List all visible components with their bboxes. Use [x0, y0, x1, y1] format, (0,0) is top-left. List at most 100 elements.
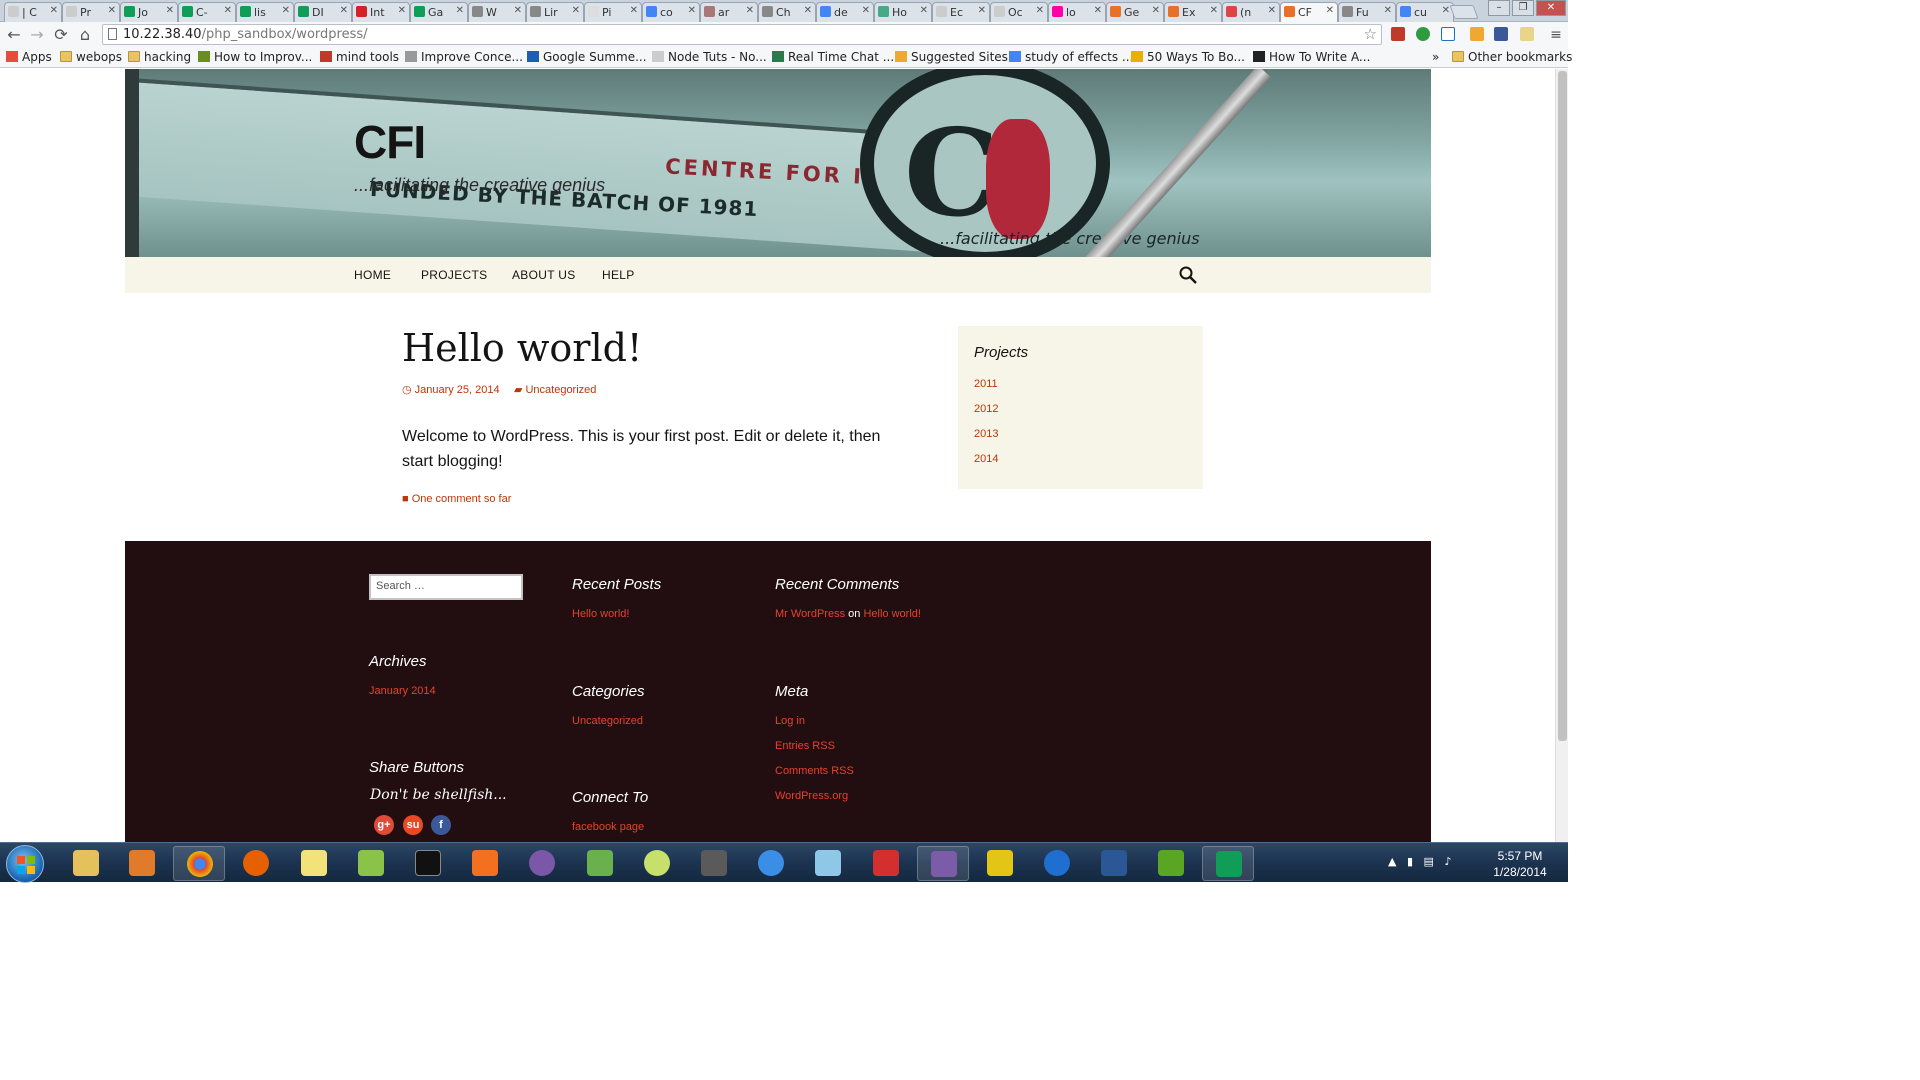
meta-link-wordpress-org[interactable]: WordPress.org: [775, 790, 848, 802]
bookmark-item[interactable]: How to Improv...: [198, 50, 312, 64]
tab-close-icon[interactable]: ✕: [1442, 5, 1450, 16]
footer-search-input[interactable]: Search …: [369, 574, 523, 600]
recent-post-link[interactable]: Hello world!: [572, 608, 629, 620]
extension-icon[interactable]: [1470, 27, 1484, 41]
site-header[interactable]: CENTRE FOR INNOVATION FUNDED BY THE BATC…: [125, 69, 1431, 257]
browser-tab[interactable]: (n ✕: [1222, 2, 1280, 22]
tab-close-icon[interactable]: ✕: [920, 5, 928, 16]
tab-close-icon[interactable]: ✕: [1152, 5, 1160, 16]
post-title[interactable]: Hello world!: [402, 326, 642, 370]
browser-tab[interactable]: lis ✕: [236, 2, 294, 22]
xampp-taskbar-icon[interactable]: [459, 846, 511, 881]
back-icon[interactable]: ←: [4, 25, 24, 45]
gmail-icon[interactable]: [1441, 27, 1455, 41]
reload-icon[interactable]: ⟳: [51, 25, 71, 45]
comment-author-link[interactable]: Mr WordPress: [775, 608, 845, 620]
browser-tab[interactable]: co ✕: [642, 2, 700, 22]
project-link-2012[interactable]: 2012: [974, 403, 998, 415]
tab-close-icon[interactable]: ✕: [1326, 5, 1334, 16]
apps-shortcut[interactable]: Apps: [6, 50, 52, 64]
tab-close-icon[interactable]: ✕: [282, 5, 290, 16]
project-link-2014[interactable]: 2014: [974, 453, 998, 465]
tab-close-icon[interactable]: ✕: [456, 5, 464, 16]
comment-post-link[interactable]: Hello world!: [863, 608, 920, 620]
bookmark-item[interactable]: How To Write A...: [1253, 50, 1370, 64]
project-link-2013[interactable]: 2013: [974, 428, 998, 440]
browser-tab[interactable]: W ✕: [468, 2, 526, 22]
tab-close-icon[interactable]: ✕: [1210, 5, 1218, 16]
bookmark-item[interactable]: mind tools: [320, 50, 399, 64]
google-plus-share-icon[interactable]: g+: [374, 815, 394, 835]
notepadpp-taskbar-icon[interactable]: [345, 846, 397, 881]
bookmarks-overflow-button[interactable]: »: [1432, 50, 1439, 64]
page-scrollbar[interactable]: [1555, 69, 1568, 842]
tab-close-icon[interactable]: ✕: [224, 5, 232, 16]
browser-tab[interactable]: Jo ✕: [120, 2, 178, 22]
close-window-button[interactable]: ✕: [1536, 0, 1566, 16]
browser-tab[interactable]: de ✕: [816, 2, 874, 22]
tab-close-icon[interactable]: ✕: [572, 5, 580, 16]
app-taskbar-icon[interactable]: [631, 846, 683, 881]
tray-expand-icon[interactable]: ▲: [1388, 855, 1396, 868]
volume-icon[interactable]: ♪: [1444, 855, 1451, 868]
firefox-taskbar-icon[interactable]: [230, 846, 282, 881]
acrobat-taskbar-icon[interactable]: [860, 846, 912, 881]
tab-close-icon[interactable]: ✕: [398, 5, 406, 16]
browser-tab[interactable]: Ex ✕: [1164, 2, 1222, 22]
meta-link-login[interactable]: Log in: [775, 715, 805, 727]
site-title[interactable]: CFI: [354, 115, 426, 169]
visual-studio-taskbar-icon[interactable]: [917, 846, 969, 881]
explorer-taskbar-icon[interactable]: [60, 846, 112, 881]
facebook-icon[interactable]: [1494, 27, 1508, 41]
app-taskbar-icon[interactable]: [802, 846, 854, 881]
forward-icon[interactable]: →: [27, 25, 47, 45]
browser-tab[interactable]: Pr ✕: [62, 2, 120, 22]
nav-home[interactable]: HOME: [354, 268, 391, 282]
browser-tab[interactable]: Pi ✕: [584, 2, 642, 22]
tab-close-icon[interactable]: ✕: [804, 5, 812, 16]
tab-close-icon[interactable]: ✕: [688, 5, 696, 16]
start-button[interactable]: [6, 845, 44, 883]
media-player-taskbar-icon[interactable]: [116, 846, 168, 881]
word-taskbar-icon[interactable]: [1088, 846, 1140, 881]
extension-icon[interactable]: [1520, 27, 1534, 41]
extension-icon[interactable]: [1391, 27, 1405, 41]
tab-close-icon[interactable]: ✕: [50, 5, 58, 16]
browser-tab[interactable]: DI ✕: [294, 2, 352, 22]
menu-icon[interactable]: ≡: [1546, 25, 1566, 45]
network-icon[interactable]: ▤: [1424, 855, 1434, 868]
bookmark-item[interactable]: Node Tuts - No...: [652, 50, 767, 64]
bookmark-item[interactable]: 50 Ways To Bo...: [1131, 50, 1245, 64]
bookmark-star-icon[interactable]: ☆: [1364, 25, 1377, 44]
meta-link-comments-rss[interactable]: Comments RSS: [775, 765, 854, 777]
browser-tab[interactable]: Ge ✕: [1106, 2, 1164, 22]
teamviewer-taskbar-icon[interactable]: [1031, 846, 1083, 881]
evernote-taskbar-icon[interactable]: [1145, 846, 1197, 881]
browser-tab[interactable]: Lir ✕: [526, 2, 584, 22]
maximize-button[interactable]: ❐: [1512, 0, 1534, 16]
eclipse-taskbar-icon[interactable]: [516, 846, 568, 881]
browser-tab[interactable]: Ga ✕: [410, 2, 468, 22]
facebook-page-link[interactable]: facebook page: [572, 821, 644, 833]
cmd-taskbar-icon[interactable]: [402, 846, 454, 881]
system-clock[interactable]: 5:57 PM 1/28/2014: [1487, 848, 1553, 880]
browser-tab[interactable]: Ho ✕: [874, 2, 932, 22]
notes-taskbar-icon[interactable]: [288, 846, 340, 881]
stumbleupon-share-icon[interactable]: su: [403, 815, 423, 835]
bookmark-item[interactable]: Google Summe...: [527, 50, 647, 64]
sublime-taskbar-icon[interactable]: [688, 846, 740, 881]
browser-tab[interactable]: CF ✕: [1280, 2, 1338, 23]
new-tab-button[interactable]: [1449, 5, 1479, 19]
browser-tab[interactable]: cu ✕: [1396, 2, 1454, 22]
browser-tab[interactable]: ar ✕: [700, 2, 758, 22]
tab-close-icon[interactable]: ✕: [514, 5, 522, 16]
itunes-taskbar-icon[interactable]: [745, 846, 797, 881]
tab-close-icon[interactable]: ✕: [1384, 5, 1392, 16]
nav-about-us[interactable]: ABOUT US: [512, 268, 576, 282]
browser-tab[interactable]: Ch ✕: [758, 2, 816, 22]
minimize-button[interactable]: –: [1488, 0, 1510, 16]
bookmark-item[interactable]: study of effects ...: [1009, 50, 1133, 64]
chrome-taskbar-icon[interactable]: [173, 846, 225, 881]
facebook-share-icon[interactable]: f: [431, 815, 451, 835]
bookmark-item[interactable]: hacking: [128, 50, 191, 64]
